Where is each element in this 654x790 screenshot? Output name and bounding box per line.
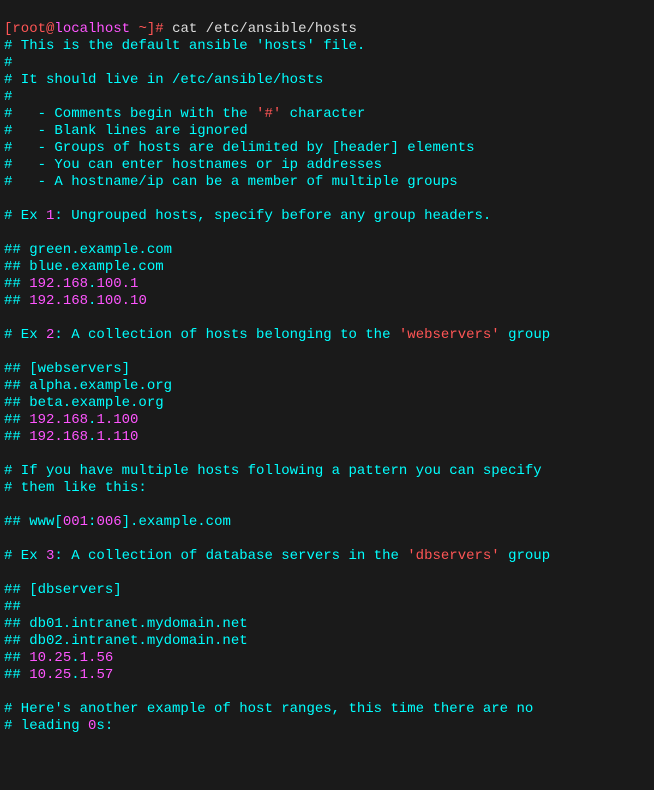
text-segment: : A collection of hosts belonging to the [54,327,398,343]
text-segment: ## [webservers] [4,361,130,377]
text-segment: 192.168 [29,293,88,309]
text-segment: # Ex [4,327,46,343]
text-segment: ## www[ [4,514,63,530]
text-segment: 'webservers' [399,327,500,343]
text-segment: # Ex [4,548,46,564]
text-segment: ## [4,429,29,445]
text-segment: ## [4,412,29,428]
text-segment: group [500,548,550,564]
text-segment: # It should live in /etc/ansible/hosts [4,72,323,88]
text-segment: ## blue.example.com [4,259,164,275]
text-segment: ## [dbservers] [4,582,122,598]
text-segment: 10.25 [29,650,71,666]
text-segment: ## db01.intranet.mydomain.net [4,616,248,632]
text-segment: . [71,667,79,683]
text-segment: # - Blank lines are ignored [4,123,248,139]
text-segment: # [4,89,12,105]
text-segment: 192.168 [29,429,88,445]
text-segment: 006 [96,514,121,530]
file-content: # This is the default ansible 'hosts' fi… [4,38,650,735]
shell-command: cat /etc/ansible/hosts [172,21,357,37]
text-segment: # Here's another example of host ranges,… [4,701,542,717]
text-segment: 1.57 [80,667,114,683]
text-segment: 1.110 [96,429,138,445]
prompt-host: localhost [54,21,130,37]
terminal-output[interactable]: [root@localhost ~]# cat /etc/ansible/hos… [4,21,650,735]
text-segment: ## db02.intranet.mydomain.net [4,633,248,649]
text-segment: 1.100 [96,412,138,428]
text-segment: 'dbservers' [407,548,499,564]
text-segment: 10.25 [29,667,71,683]
prompt-line: [root@localhost ~]# cat /etc/ansible/hos… [4,21,357,37]
text-segment: # This is the default ansible 'hosts' fi… [4,38,365,54]
text-segment: ## [4,650,29,666]
text-segment: ].example.com [122,514,231,530]
text-segment: group [500,327,550,343]
prompt-bracket-close: ]# [147,21,172,37]
text-segment: # Ex [4,208,46,224]
text-segment: # - A hostname/ip can be a member of mul… [4,174,458,190]
text-segment: 100.10 [96,293,146,309]
text-segment: 192.168 [29,412,88,428]
prompt-user: root [12,21,46,37]
text-segment: ## green.example.com [4,242,172,258]
text-segment: : A collection of database servers in th… [54,548,407,564]
text-segment: # If you have multiple hosts following a… [4,463,542,479]
text-segment: character [281,106,365,122]
text-segment: 100.1 [96,276,138,292]
text-segment: # [4,55,12,71]
text-segment: 001 [63,514,88,530]
text-segment: # leading [4,718,88,734]
text-segment: ## [4,599,29,615]
text-segment: ## [4,667,29,683]
text-segment: ## beta.example.org [4,395,164,411]
text-segment: . [71,650,79,666]
text-segment: : Ungrouped hosts, specify before any gr… [54,208,491,224]
text-segment: # them like this: [4,480,147,496]
prompt-dir: ~ [130,21,147,37]
text-segment: ## [4,276,29,292]
text-segment: 1.56 [80,650,114,666]
text-segment: 192.168 [29,276,88,292]
text-segment: # - Comments begin with the [4,106,256,122]
text-segment: '#' [256,106,281,122]
text-segment: # - Groups of hosts are delimited by [he… [4,140,474,156]
text-segment: ## [4,293,29,309]
text-segment: ## alpha.example.org [4,378,172,394]
text-segment: # - You can enter hostnames or ip addres… [4,157,382,173]
text-segment: s: [96,718,113,734]
